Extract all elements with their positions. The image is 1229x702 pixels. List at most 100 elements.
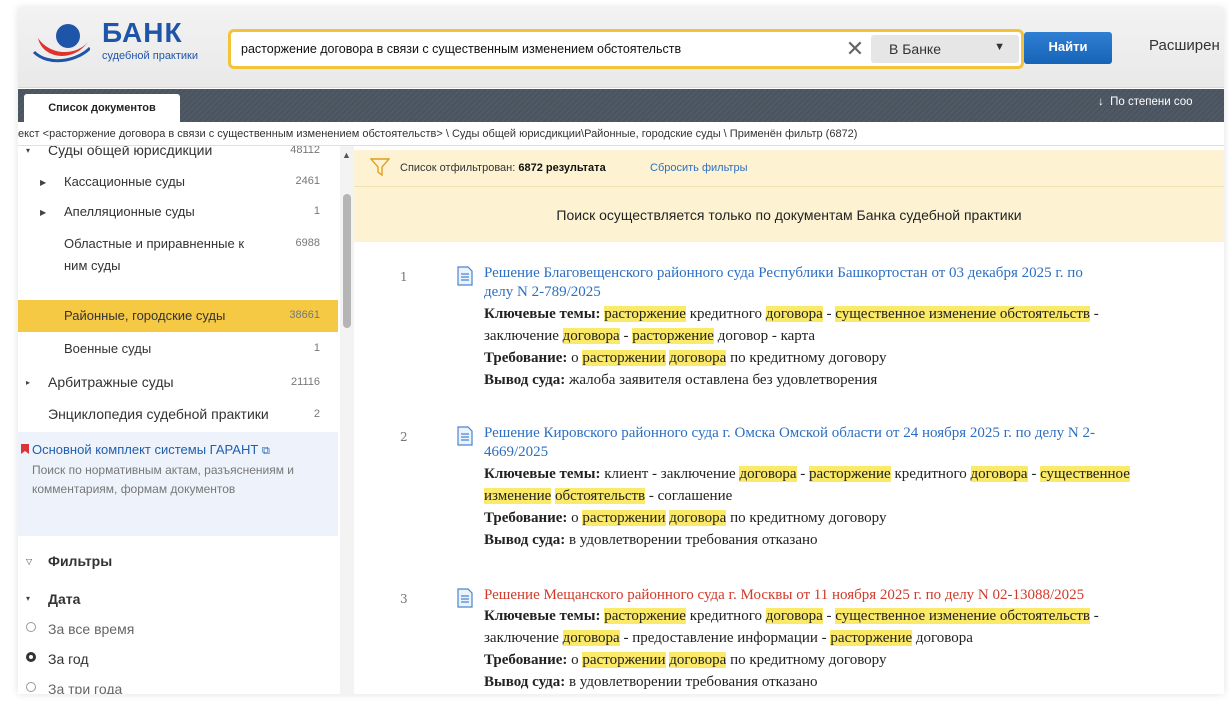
text: - предоставление информации - xyxy=(623,630,827,646)
sidebar-item-district[interactable]: Районные, городские суды 38661 xyxy=(18,300,338,332)
scope-select[interactable]: В Банке ▼ xyxy=(871,35,1019,63)
date-option-year[interactable]: За год xyxy=(18,648,338,670)
advanced-search-link[interactable]: Расширен xyxy=(1149,37,1220,54)
highlight: расторжение xyxy=(604,608,686,624)
filter-count: 6872 результата xyxy=(518,162,606,174)
text: - xyxy=(826,608,832,624)
text: по кредитному договору xyxy=(730,350,887,366)
result-title-link[interactable]: Решение Кировского районного суда г. Омс… xyxy=(484,424,1214,462)
text: о xyxy=(571,652,579,668)
scroll-up-icon[interactable]: ▲ xyxy=(342,150,351,160)
search-input[interactable] xyxy=(241,32,841,66)
tab-document-list[interactable]: Список документов xyxy=(24,94,180,122)
text: кредитного xyxy=(689,608,762,624)
conclusion-label: Вывод суда: xyxy=(484,532,566,548)
highlight: договора xyxy=(765,306,823,322)
highlight: обстоятельств xyxy=(555,488,646,504)
logo-subtitle: судебной практики xyxy=(102,50,199,62)
date-filter-header[interactable]: ▾ Дата xyxy=(18,588,338,610)
sidebar-item-label: Военные суды xyxy=(64,341,152,356)
date-option-label: За год xyxy=(48,651,89,667)
highlight: расторжении xyxy=(582,350,666,366)
result-item: 1 Решение Благовещенского районного суда… xyxy=(354,264,1224,394)
sidebar-item-label: Кассационные суды xyxy=(64,174,186,189)
scrollbar-thumb[interactable] xyxy=(343,194,351,328)
clear-search-button[interactable]: ✕ xyxy=(843,36,867,62)
sidebar-item-label: Суды общей юрисдикции xyxy=(48,146,213,158)
result-title-line: 4669/2025 xyxy=(484,444,549,460)
result-title-line: делу N 2-789/2025 xyxy=(484,284,601,300)
sidebar-item-cassation[interactable]: ▶ Кассационные суды 2461 xyxy=(18,168,338,196)
sidebar-item-military[interactable]: Военные суды 1 xyxy=(18,334,338,362)
sidebar: ▾ Суды общей юрисдикции 48112 ▶ Кассацио… xyxy=(18,146,338,694)
sidebar-item-arbitration[interactable]: ▸ Арбитражные суды 21116 xyxy=(18,368,338,396)
sidebar-item-count: 1 xyxy=(313,205,320,217)
text: - xyxy=(623,328,629,344)
garant-link-label: Основной комплект системы ГАРАНТ xyxy=(32,442,259,457)
sidebar-item-general-courts[interactable]: ▾ Суды общей юрисдикции 48112 xyxy=(18,146,338,162)
external-link-icon: ⧉ xyxy=(261,445,270,457)
result-themes: Ключевые темы: расторжение кредитного до… xyxy=(484,606,1224,626)
requirement-label: Требование: xyxy=(484,510,568,526)
date-option-all[interactable]: За все время xyxy=(18,618,338,640)
caret-down-icon: ▽ xyxy=(26,557,33,566)
sidebar-item-count: 2 xyxy=(313,408,320,420)
filters-label: Фильтры xyxy=(48,553,113,569)
garant-link[interactable]: Основной комплект системы ГАРАНТ ⧉ xyxy=(32,442,270,458)
result-number: 2 xyxy=(400,430,408,444)
date-filter-label: Дата xyxy=(48,591,81,607)
find-button[interactable]: Найти xyxy=(1024,32,1112,64)
highlight: расторжение xyxy=(632,328,714,344)
funnel-icon xyxy=(370,158,390,176)
conclusion-label: Вывод суда: xyxy=(484,674,566,690)
radio-icon xyxy=(26,682,36,692)
date-option-three-years[interactable]: За три года xyxy=(18,678,338,694)
highlight: договора xyxy=(669,652,727,668)
highlight: договора xyxy=(765,608,823,624)
sidebar-item-encyclopedia[interactable]: Энциклопедия судебной практики 2 xyxy=(18,400,338,428)
filters-header[interactable]: ▽ Фильтры xyxy=(18,550,338,574)
sidebar-item-count: 1 xyxy=(313,342,320,354)
text: договора xyxy=(915,630,973,646)
sidebar-item-count: 38661 xyxy=(289,309,320,321)
filter-status: Список отфильтрован: 6872 результата xyxy=(400,162,606,174)
filter-status-prefix: Список отфильтрован: xyxy=(400,162,516,174)
results-panel: Список отфильтрован: 6872 результата Сбр… xyxy=(354,146,1224,694)
highlight: договора xyxy=(739,466,797,482)
result-item: 2 Решение Кировского районного суда г. О… xyxy=(354,424,1224,554)
logo[interactable]: БАНК судебной практики xyxy=(32,18,222,70)
highlight: договора xyxy=(562,630,620,646)
conclusion-label: Вывод суда: xyxy=(484,372,566,388)
sidebar-item-label: Арбитражные суды xyxy=(48,374,174,390)
sort-control[interactable]: ↓ По степени соо xyxy=(1098,96,1193,108)
result-title-link[interactable]: Решение Благовещенского районного суда Р… xyxy=(484,264,1214,302)
caret-right-icon: ▶ xyxy=(40,208,47,217)
sidebar-item-label: Районные, городские суды xyxy=(64,308,226,323)
sidebar-item-count: 48112 xyxy=(290,146,320,156)
sidebar-item-regional[interactable]: Областные и приравненные к ним суды 6988 xyxy=(18,228,338,298)
arrow-down-icon: ↓ xyxy=(1098,96,1111,108)
scope-select-value: В Банке xyxy=(889,41,942,57)
highlight: договора xyxy=(669,510,727,526)
text: договор - карта xyxy=(717,328,815,344)
result-title-line: Решение Мещанского районного суда г. Мос… xyxy=(484,587,1085,603)
highlight: расторжении xyxy=(582,510,666,526)
sidebar-scrollbar[interactable]: ▲ xyxy=(340,146,354,694)
filter-status-bar: Список отфильтрован: 6872 результата Сбр… xyxy=(354,150,1224,242)
reset-filters-link[interactable]: Сбросить фильтры xyxy=(650,162,748,174)
highlight: расторжении xyxy=(582,652,666,668)
result-themes-cont: заключение договора - предоставление инф… xyxy=(484,628,1224,648)
highlight: договора xyxy=(970,466,1028,482)
sidebar-item-label: Энциклопедия судебной практики xyxy=(48,406,269,422)
caret-right-icon: ▶ xyxy=(40,178,47,187)
text: - xyxy=(800,466,806,482)
sidebar-item-appeal[interactable]: ▶ Апелляционные суды 1 xyxy=(18,198,338,226)
breadcrumb: екст <расторжение договора в связи с сущ… xyxy=(18,122,1224,146)
highlight: договора xyxy=(669,350,727,366)
requirement-label: Требование: xyxy=(484,652,568,668)
result-title-link[interactable]: Решение Мещанского районного суда г. Мос… xyxy=(484,586,1214,605)
document-icon xyxy=(457,266,473,286)
text: - xyxy=(1093,306,1099,322)
themes-label: Ключевые темы: xyxy=(484,306,601,322)
result-number: 3 xyxy=(400,592,408,606)
